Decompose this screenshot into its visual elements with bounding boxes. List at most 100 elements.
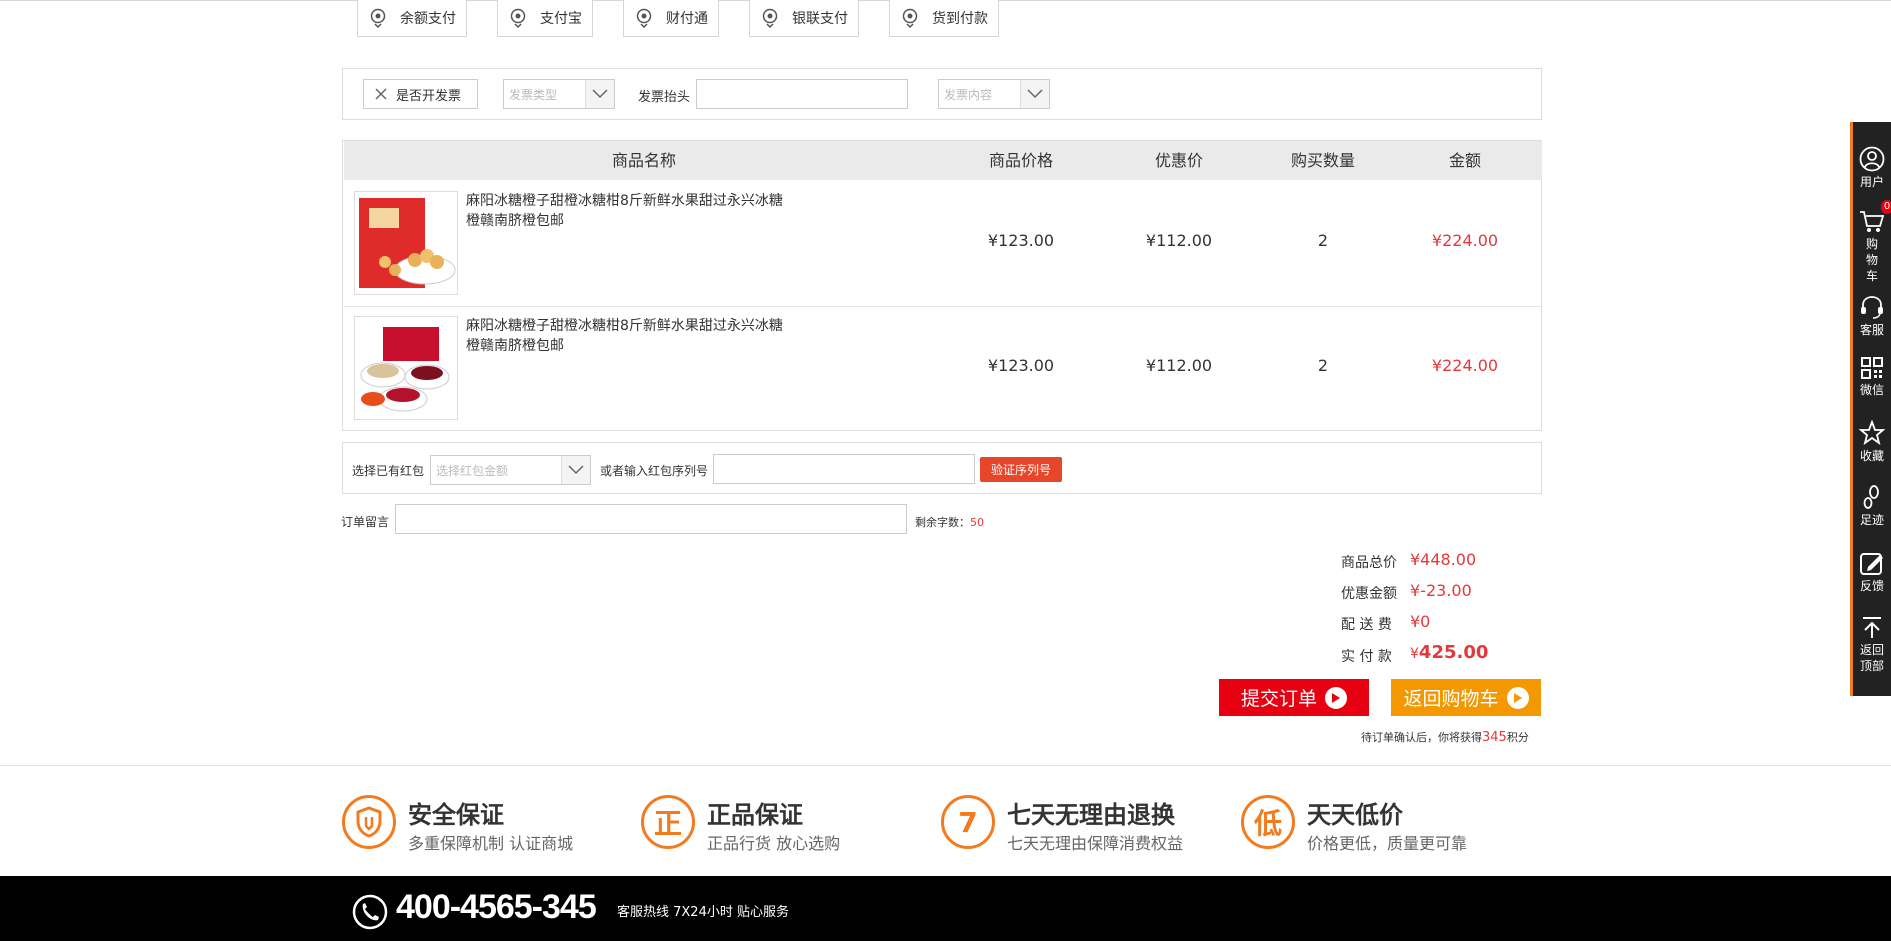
submit-order-button[interactable]: 提交订单 bbox=[1219, 679, 1369, 716]
coupon-select-placeholder: 选择红包金额 bbox=[436, 463, 509, 478]
sidebar-item-cart[interactable]: 0 购物车 bbox=[1853, 200, 1891, 284]
coupon-amount-select[interactable]: 选择红包金额 bbox=[430, 455, 591, 485]
payment-option-alipay[interactable]: 支付宝 bbox=[497, 0, 593, 37]
invoice-type-select[interactable]: 发票类型 bbox=[503, 79, 615, 109]
product-discount-price: ¥112.00 bbox=[1145, 231, 1213, 250]
guarantee-title: 安全保证 bbox=[408, 801, 504, 829]
invoice-header-input[interactable] bbox=[696, 79, 908, 109]
product-quantity: 2 bbox=[1317, 356, 1329, 375]
qr-code-icon bbox=[1861, 357, 1883, 379]
summary-discount-label: 优惠金额 bbox=[1341, 586, 1397, 602]
product-image bbox=[360, 327, 450, 412]
sidebar-item-favorite[interactable]: 收藏 bbox=[1853, 420, 1891, 464]
location-pin-icon bbox=[902, 8, 918, 28]
guarantee-subtitle: 价格更低，质量更可靠 bbox=[1307, 834, 1468, 853]
verify-serial-button[interactable]: 验证序列号 bbox=[980, 457, 1062, 482]
sidebar-label: 足迹 bbox=[1859, 513, 1884, 527]
payment-option-cod[interactable]: 货到付款 bbox=[889, 0, 999, 37]
guarantee-subtitle: 正品行货 放心选购 bbox=[707, 834, 841, 853]
product-amount: ¥224.00 bbox=[1431, 356, 1499, 375]
payment-option-balance[interactable]: 余额支付 bbox=[357, 0, 467, 37]
seven-days-badge-icon: 7 bbox=[941, 795, 995, 849]
summary-shipping-label: 配 送 费 bbox=[1341, 617, 1392, 633]
summary-pay-label: 实 付 款 bbox=[1341, 649, 1392, 665]
user-icon bbox=[1859, 146, 1885, 172]
sidebar-item-wechat[interactable]: 微信 bbox=[1853, 356, 1891, 398]
sidebar-item-back-to-top[interactable]: 返回顶部 bbox=[1853, 616, 1891, 674]
points-suffix: 积分 bbox=[1506, 731, 1529, 744]
hotline-number: 400-4565-345 bbox=[396, 888, 597, 926]
arrow-up-icon bbox=[1863, 617, 1881, 638]
summary-discount-value: ¥-23.00 bbox=[1410, 581, 1472, 600]
payment-option-unionpay[interactable]: 银联支付 bbox=[749, 0, 859, 37]
payment-option-tenpay[interactable]: 财付通 bbox=[623, 0, 719, 37]
guarantee-title: 天天低价 bbox=[1307, 801, 1403, 829]
sidebar-item-user[interactable]: 用户 bbox=[1853, 146, 1891, 190]
invoice-content-placeholder: 发票内容 bbox=[944, 87, 993, 102]
coupon-serial-input[interactable] bbox=[713, 454, 975, 484]
product-image-orange[interactable] bbox=[354, 191, 458, 295]
close-icon bbox=[375, 88, 387, 100]
location-pin-icon bbox=[510, 8, 526, 28]
payment-option-label: 余额支付 bbox=[400, 11, 456, 27]
product-price: ¥123.00 bbox=[987, 231, 1055, 250]
guarantee-title: 正品保证 bbox=[707, 801, 803, 829]
header-amount: 金额 bbox=[1448, 151, 1481, 170]
product-image-snacks[interactable] bbox=[354, 316, 458, 420]
invoice-toggle-label: 是否开发票 bbox=[396, 88, 462, 104]
table-row: 麻阳冰糖橙子甜橙冰糖柑8斤新鲜水果甜过永兴冰糖橙赣南脐橙包邮 ¥123.00 ¥… bbox=[344, 306, 1542, 431]
invoice-toggle-button[interactable]: 是否开发票 bbox=[363, 79, 478, 109]
order-note-label: 订单留言 bbox=[341, 515, 390, 529]
table-header: 商品名称 商品价格 优惠价 购买数量 金额 bbox=[344, 141, 1542, 180]
summary-shipping-value: ¥0 bbox=[1410, 612, 1431, 631]
location-pin-icon bbox=[762, 8, 778, 28]
footprint-icon bbox=[1863, 485, 1879, 509]
header-product-name: 商品名称 bbox=[611, 151, 676, 170]
shield-icon bbox=[342, 795, 396, 849]
location-pin-icon bbox=[370, 8, 386, 28]
section-divider bbox=[0, 765, 1891, 766]
authentic-badge-icon: 正 bbox=[641, 795, 695, 849]
cart-icon bbox=[1860, 211, 1885, 232]
sidebar-item-feedback[interactable]: 反馈 bbox=[1853, 550, 1891, 594]
product-quantity: 2 bbox=[1317, 231, 1329, 250]
payment-option-label: 货到付款 bbox=[932, 11, 988, 27]
verify-serial-label: 验证序列号 bbox=[990, 463, 1051, 477]
back-to-cart-label: 返回购物车 bbox=[1403, 688, 1499, 710]
sidebar-item-service[interactable]: 客服 bbox=[1853, 294, 1891, 338]
sidebar-label: 客服 bbox=[1859, 323, 1884, 337]
guarantee-subtitle: 多重保障机制 认证商城 bbox=[408, 834, 574, 853]
product-name-link[interactable]: 麻阳冰糖橙子甜橙冰糖柑8斤新鲜水果甜过永兴冰糖橙赣南脐橙包邮 bbox=[466, 191, 786, 231]
summary-total-label: 商品总价 bbox=[1341, 555, 1397, 571]
remaining-chars-text: 剩余字数： bbox=[915, 516, 970, 529]
coupon-select-label: 选择已有红包 bbox=[352, 464, 425, 478]
sidebar-label: 收藏 bbox=[1859, 449, 1884, 463]
sidebar-label: 返回顶部 bbox=[1859, 643, 1884, 673]
back-to-cart-button[interactable]: 返回购物车 bbox=[1391, 679, 1541, 716]
summary-pay-amount: ¥425.00 bbox=[1410, 642, 1488, 663]
coupon-serial-label: 或者输入红包序列号 bbox=[600, 464, 709, 478]
points-value: 345 bbox=[1482, 730, 1507, 745]
product-name-link[interactable]: 麻阳冰糖橙子甜橙冰糖柑8斤新鲜水果甜过永兴冰糖橙赣南脐橙包邮 bbox=[466, 316, 786, 356]
play-arrow-icon bbox=[1325, 686, 1347, 709]
summary-total-value: ¥448.00 bbox=[1410, 550, 1477, 569]
invoice-type-placeholder: 发票类型 bbox=[509, 87, 558, 102]
order-note-input[interactable] bbox=[395, 504, 907, 534]
guarantee-title: 七天无理由退换 bbox=[1007, 801, 1175, 829]
summary-pay-currency: ¥ bbox=[1410, 646, 1419, 662]
sidebar-label: 购物车 bbox=[1865, 237, 1878, 283]
chevron-down-icon bbox=[561, 456, 590, 484]
product-image bbox=[359, 198, 456, 288]
sidebar-label: 反馈 bbox=[1859, 579, 1884, 593]
footer-bar: 400-4565-345 客服热线 7X24小时 贴心服务 bbox=[0, 876, 1891, 941]
header-price: 商品价格 bbox=[988, 151, 1053, 170]
invoice-content-select[interactable]: 发票内容 bbox=[938, 79, 1050, 109]
points-prefix: 待订单确认后，你将获得 bbox=[1361, 731, 1482, 744]
sidebar-item-history[interactable]: 足迹 bbox=[1853, 484, 1891, 528]
summary-pay-value: 425.00 bbox=[1418, 642, 1489, 663]
low-price-badge-icon: 低 bbox=[1241, 795, 1295, 849]
phone-icon bbox=[352, 894, 388, 930]
sidebar-label: 用户 bbox=[1859, 175, 1884, 189]
remaining-chars-value: 50 bbox=[970, 516, 984, 529]
location-pin-icon bbox=[636, 8, 652, 28]
